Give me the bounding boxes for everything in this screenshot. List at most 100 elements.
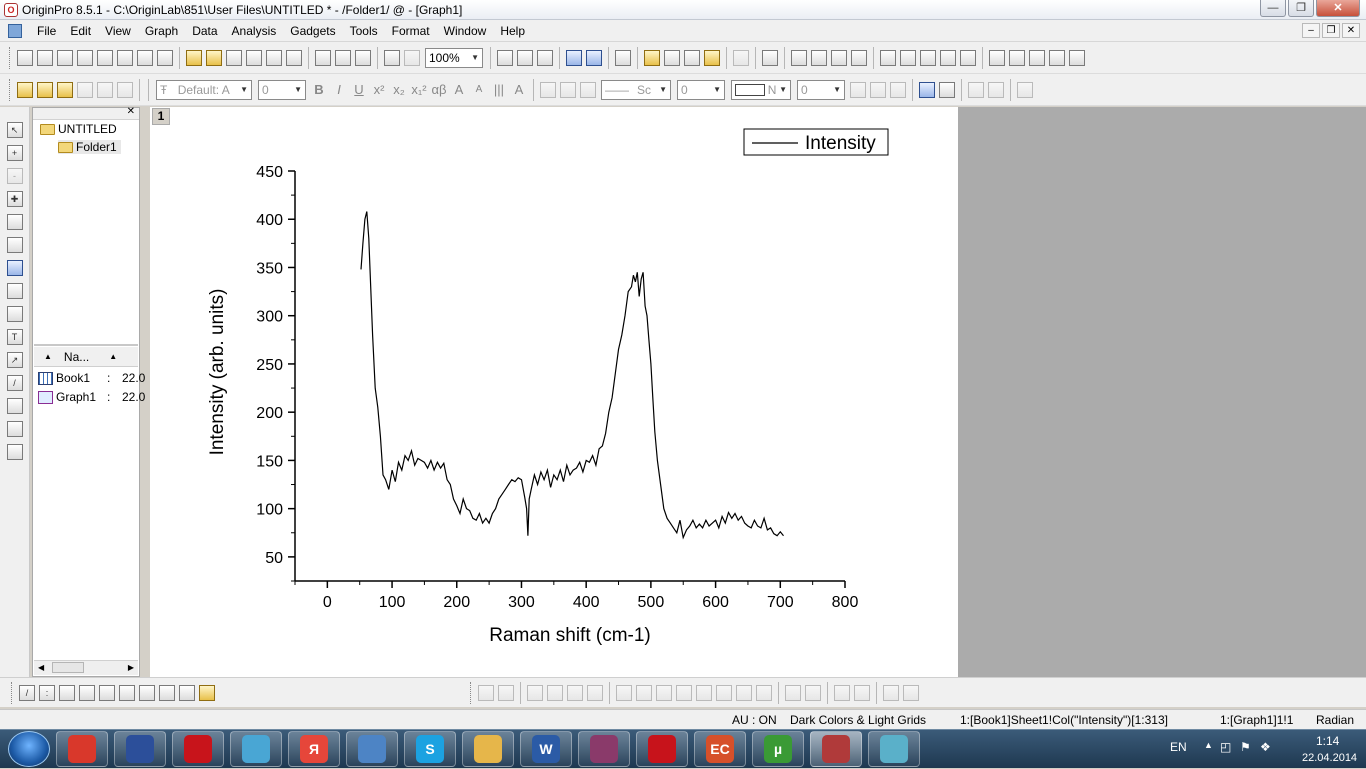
area-plot-icon[interactable] [139,684,155,701]
fill-column-icon[interactable] [37,81,53,98]
menu-edit[interactable]: Edit [63,24,98,38]
text-tool-icon[interactable]: T [6,329,23,345]
font-combo[interactable]: Ŧ Default: A ▼ [156,79,252,100]
underline-button[interactable]: U [349,82,369,97]
smart-hint-icon[interactable] [704,49,720,66]
fill-combo[interactable]: N ▼ [731,79,791,100]
pointer-icon[interactable]: ↖ [6,122,23,138]
3d-box-icon[interactable] [587,684,603,701]
rectangle-tool-icon[interactable] [6,398,23,414]
new-workbook-icon[interactable] [37,49,53,66]
same-width-icon[interactable] [736,684,752,701]
taskbar-winrar-button[interactable] [578,731,630,767]
taskbar-notes-button[interactable] [868,731,920,767]
network-icon[interactable]: ◰ [1220,740,1231,754]
pattern-icon[interactable] [580,81,596,98]
taskbar-opera-button[interactable] [172,731,224,767]
grid-icon[interactable] [870,81,886,98]
table-grid-icon[interactable] [890,81,906,98]
line-width-combo[interactable]: 0 ▼ [677,79,725,100]
explorer-hscrollbar[interactable]: ◀ ▶ [34,660,138,675]
rescale-icon[interactable] [762,49,778,66]
save-template-icon[interactable] [286,49,302,66]
zoom-out-icon[interactable]: - [6,168,23,184]
taskbar-explorer-button[interactable] [462,731,514,767]
color-scale-icon[interactable] [1009,49,1025,66]
screen-reader-icon[interactable]: ✚ [6,191,23,207]
ungroup-icon[interactable] [854,684,870,701]
fill-value-combo[interactable]: 0 ▼ [797,79,845,100]
clock-date[interactable]: 22.04.2014 [1302,752,1357,764]
layer-management-icon[interactable] [831,49,847,66]
extract-layers-icon[interactable] [851,49,867,66]
add-layer-icon[interactable] [791,49,807,66]
stock-plot-icon[interactable] [179,684,195,701]
align-hcenter-icon[interactable] [716,684,732,701]
send-back-icon[interactable] [805,684,821,701]
new-matrix-icon[interactable] [77,49,93,66]
align-top-icon[interactable] [656,684,672,701]
scatter-plot-icon[interactable]: : [39,684,55,701]
merge-graphs-icon[interactable] [811,49,827,66]
unmask-icon[interactable] [939,81,955,98]
menu-graph[interactable]: Graph [138,24,185,38]
template-library-icon[interactable] [199,684,215,701]
new-notes-icon[interactable] [157,49,173,66]
list-item-book1[interactable]: Book1 : 22.0 [38,371,145,385]
import-multiple-ascii-icon[interactable] [335,49,351,66]
code-builder-icon[interactable] [615,49,631,66]
taskbar-chrome-button[interactable] [56,731,108,767]
scroll-right-icon[interactable]: ▶ [128,663,134,672]
toolbar-grip[interactable] [470,681,473,704]
align-bottom-icon[interactable] [676,684,692,701]
menu-analysis[interactable]: Analysis [225,24,284,38]
add-inset-icon[interactable] [960,49,976,66]
box-chart-icon[interactable] [119,684,135,701]
font-size-combo[interactable]: 0 ▼ [258,79,306,100]
italic-button[interactable]: I [329,82,349,97]
scatter-draw-icon[interactable] [6,306,23,322]
taskbar-floppy-button[interactable] [114,731,166,767]
duplicate-icon[interactable] [384,49,400,66]
message-log-icon[interactable] [684,49,700,66]
tray-expand-icon[interactable]: ▲ [1204,740,1213,750]
scroll-thumb[interactable] [52,662,84,673]
toolbar-grip[interactable] [9,78,12,101]
greek-button[interactable]: αβ [429,82,449,97]
clock-time[interactable]: 1:14 [1316,734,1339,748]
menu-window[interactable]: Window [437,24,494,38]
new-layout-icon[interactable] [137,49,153,66]
list-item-graph1[interactable]: Graph1 : 22.0 [38,390,145,404]
same-height-icon[interactable] [756,684,772,701]
fill-color-icon[interactable] [540,81,556,98]
toolbar-grip[interactable] [9,46,12,69]
menu-tools[interactable]: Tools [343,24,385,38]
add-column-icon[interactable] [733,49,749,66]
mdi-minimize-button[interactable]: – [1302,23,1320,38]
date-time-icon[interactable] [1049,49,1065,66]
language-indicator[interactable]: EN [1170,740,1187,754]
project-explorer-icon[interactable] [644,49,660,66]
data-reader-icon[interactable] [6,214,23,230]
column-plot-icon[interactable] [79,684,95,701]
start-button[interactable] [8,731,50,767]
scroll-left-icon[interactable]: ◀ [38,663,44,672]
name-column-header[interactable]: Na... [64,350,89,364]
explorer-close-icon[interactable]: ✕ [127,106,135,117]
dropbox-icon[interactable]: ❖ [1260,740,1271,754]
graph-tool-icon[interactable] [6,444,23,460]
front-data-icon[interactable] [883,684,899,701]
set-column-values-icon[interactable] [17,81,33,98]
align-right-icon[interactable] [636,684,652,701]
3d-grid-icon[interactable] [567,684,583,701]
save-project-icon[interactable] [246,49,262,66]
menu-gadgets[interactable]: Gadgets [283,24,342,38]
decrease-font-button[interactable]: A [469,84,489,95]
3d-left-icon[interactable] [527,684,543,701]
taskbar-skype-button[interactable]: S [404,731,456,767]
statistics-icon[interactable] [77,81,93,98]
hatch-icon[interactable] [850,81,866,98]
add-right-axis-icon[interactable] [920,49,936,66]
move-up-icon[interactable] [968,81,984,98]
origin-app-icon[interactable]: O [4,2,18,17]
